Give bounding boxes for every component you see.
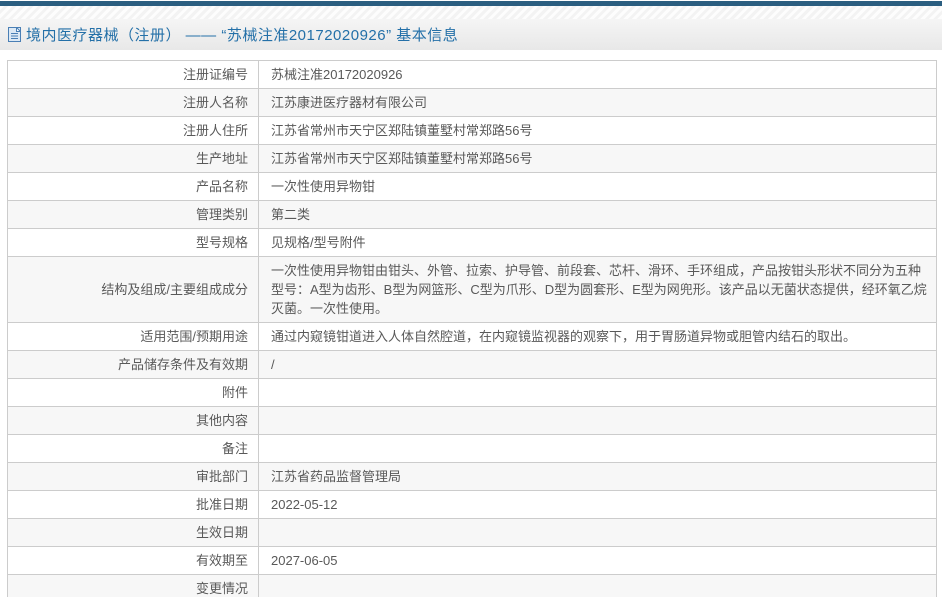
row-label-text: 变更情况 [195, 581, 248, 596]
row-label-text: 注册证编号 [182, 67, 248, 82]
table-row: 生产地址 江苏省常州市天宁区郑陆镇董墅村常郑路56号 [7, 144, 937, 173]
page-title: 境内医疗器械（注册） —— “苏械注准20172020926” 基本信息 [26, 27, 459, 44]
table-row: 产品名称 一次性使用异物钳 [7, 172, 937, 201]
row-label: 生产地址 [7, 144, 259, 173]
row-label-text: 结构及组成/主要组成成分 [101, 282, 248, 297]
registration-table-body: 注册证编号 苏械注准20172020926 注册人名称 江苏康进医疗器材有限公司 注册人… [7, 60, 937, 597]
row-label: 适用范围/预期用途 [7, 322, 259, 351]
row-label: 变更情况 [7, 574, 259, 597]
row-label-text: 有效期至 [195, 553, 248, 568]
table-row: 附件 [7, 378, 937, 407]
row-label: 附件 [7, 378, 259, 407]
row-label: 备注 [7, 434, 259, 463]
registration-info-table: 注册证编号 苏械注准20172020926 注册人名称 江苏康进医疗器材有限公司 注册人… [7, 60, 937, 597]
row-label-text: 其他内容 [195, 413, 248, 428]
row-label-text: 审批部门 [195, 469, 248, 484]
row-label-text: 批准日期 [195, 497, 248, 512]
table-row: 管理类别 第二类 [7, 200, 937, 229]
row-value: 通过内窥镜钳道进入人体自然腔道，在内窥镜监视器的观察下，用于胃肠道异物或胆管内结… [258, 322, 937, 351]
row-value [258, 574, 937, 597]
row-label-text: 产品储存条件及有效期 [117, 357, 248, 372]
row-label: 管理类别 [7, 200, 259, 229]
row-value: 苏械注准20172020926 [258, 60, 937, 89]
table-row: 适用范围/预期用途 通过内窥镜钳道进入人体自然腔道，在内窥镜监视器的观察下，用于胃… [7, 322, 937, 351]
row-value: 江苏省常州市天宁区郑陆镇董墅村常郑路56号 [258, 144, 937, 173]
row-value: 江苏康进医疗器材有限公司 [258, 88, 937, 117]
table-row: 有效期至 2027-06-05 [7, 546, 937, 575]
row-value: 第二类 [258, 200, 937, 229]
row-label-text: 备注 [221, 441, 248, 456]
table-row: 生效日期 [7, 518, 937, 547]
row-label: 注册证编号 [7, 60, 259, 89]
row-label-text: 注册人名称 [182, 95, 248, 110]
table-row: 注册人住所 江苏省常州市天宁区郑陆镇董墅村常郑路56号 [7, 116, 937, 145]
table-row: 产品储存条件及有效期 / [7, 350, 937, 379]
row-label-text: 管理类别 [195, 207, 248, 222]
table-row: 审批部门 江苏省药品监督管理局 [7, 462, 937, 491]
row-label-text: 附件 [221, 385, 248, 400]
row-value [258, 406, 937, 435]
row-label: 其他内容 [7, 406, 259, 435]
table-row: 注册人名称 江苏康进医疗器材有限公司 [7, 88, 937, 117]
row-value [258, 518, 937, 547]
header-stripe-band [0, 6, 942, 19]
table-row: 变更情况 [7, 574, 937, 597]
row-label: 生效日期 [7, 518, 259, 547]
row-label: 有效期至 [7, 546, 259, 575]
table-row: 其他内容 [7, 406, 937, 435]
row-label: 批准日期 [7, 490, 259, 519]
row-label: 产品名称 [7, 172, 259, 201]
row-value: 2022-05-12 [258, 490, 937, 519]
row-label-text: 型号规格 [195, 235, 248, 250]
row-label-text: 生效日期 [195, 525, 248, 540]
row-value [258, 434, 937, 463]
row-value: 江苏省常州市天宁区郑陆镇董墅村常郑路56号 [258, 116, 937, 145]
document-icon [8, 27, 21, 42]
table-row: 型号规格 见规格/型号附件 [7, 228, 937, 257]
table-row: 注册证编号 苏械注准20172020926 [7, 60, 937, 89]
row-label: 注册人名称 [7, 88, 259, 117]
row-value: 2027-06-05 [258, 546, 937, 575]
row-label: 审批部门 [7, 462, 259, 491]
row-value: 见规格/型号附件 [258, 228, 937, 257]
row-label: 产品储存条件及有效期 [7, 350, 259, 379]
row-label-text: 注册人住所 [182, 123, 248, 138]
row-value [258, 378, 937, 407]
table-row: 结构及组成/主要组成成分 一次性使用异物钳由钳头、外管、拉索、护导管、前段套、芯杆… [7, 256, 937, 323]
row-label: 结构及组成/主要组成成分 [7, 256, 259, 323]
row-label: 注册人住所 [7, 116, 259, 145]
row-value: / [258, 350, 937, 379]
row-value: 一次性使用异物钳 [258, 172, 937, 201]
row-label-text: 生产地址 [195, 151, 248, 166]
row-label: 型号规格 [7, 228, 259, 257]
row-value: 江苏省药品监督管理局 [258, 462, 937, 491]
row-value: 一次性使用异物钳由钳头、外管、拉索、护导管、前段套、芯杆、滑环、手环组成，产品按… [258, 256, 937, 323]
table-row: 批准日期 2022-05-12 [7, 490, 937, 519]
page-header: 境内医疗器械（注册） —— “苏械注准20172020926” 基本信息 [0, 19, 942, 50]
row-label-text: 产品名称 [195, 179, 248, 194]
row-label-text: 适用范围/预期用途 [140, 329, 248, 344]
table-row: 备注 [7, 434, 937, 463]
